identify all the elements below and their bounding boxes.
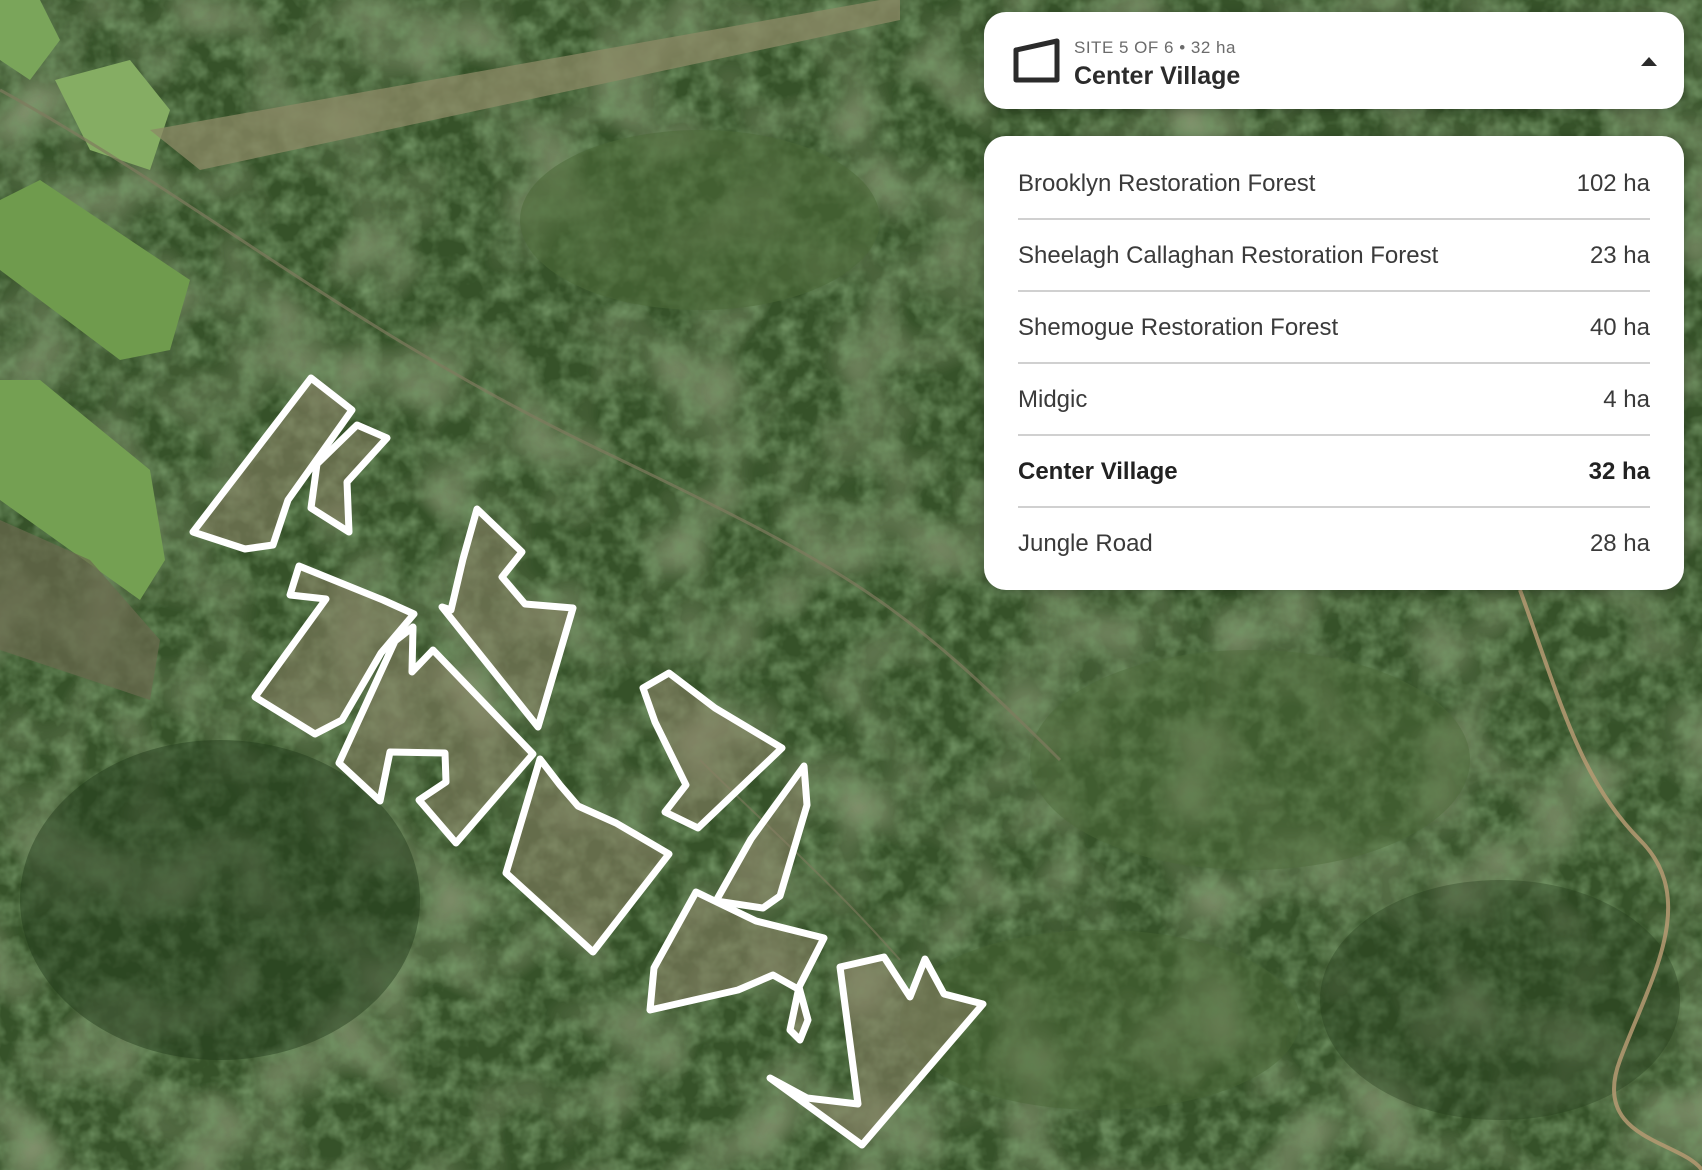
site-area: 4 ha xyxy=(1603,386,1650,413)
site-name: Brooklyn Restoration Forest xyxy=(1018,170,1316,197)
site-area: 32 ha xyxy=(1588,458,1650,485)
dark-forest-patch xyxy=(1320,880,1680,1120)
light-forest-patch xyxy=(520,130,880,310)
site-area: 102 ha xyxy=(1576,170,1650,197)
site-list-item[interactable]: Sheelagh Callaghan Restoration Forest 23… xyxy=(1018,220,1650,292)
polygon-icon xyxy=(1013,38,1060,83)
site-list-item[interactable]: Midgic 4 ha xyxy=(1018,364,1650,436)
site-name: Midgic xyxy=(1018,386,1088,413)
site-list-item-selected[interactable]: Center Village 32 ha xyxy=(1018,436,1650,508)
site-meta: SITE 5 OF 6 • 32 ha xyxy=(1074,38,1236,57)
site-area: 23 ha xyxy=(1589,242,1650,269)
light-forest-patch xyxy=(1030,650,1470,870)
caret-up-icon[interactable] xyxy=(1640,55,1658,67)
site-name: Sheelagh Callaghan Restoration Forest xyxy=(1018,242,1439,269)
site-list-item[interactable]: Jungle Road 28 ha xyxy=(1018,508,1650,580)
site-list-item[interactable]: Brooklyn Restoration Forest 102 ha xyxy=(1018,148,1650,220)
selected-site-card[interactable]: SITE 5 OF 6 • 32 ha Center Village xyxy=(984,12,1684,109)
site-area: 40 ha xyxy=(1589,314,1650,341)
site-area: 28 ha xyxy=(1589,530,1650,557)
site-list: Brooklyn Restoration Forest 102 ha Sheel… xyxy=(984,136,1684,590)
site-title: Center Village xyxy=(1074,62,1241,90)
site-name: Shemogue Restoration Forest xyxy=(1018,314,1339,341)
dark-forest-patch xyxy=(20,740,420,1060)
site-name: Jungle Road xyxy=(1018,530,1153,557)
site-name: Center Village xyxy=(1018,458,1178,485)
site-list-item[interactable]: Shemogue Restoration Forest 40 ha xyxy=(1018,292,1650,364)
